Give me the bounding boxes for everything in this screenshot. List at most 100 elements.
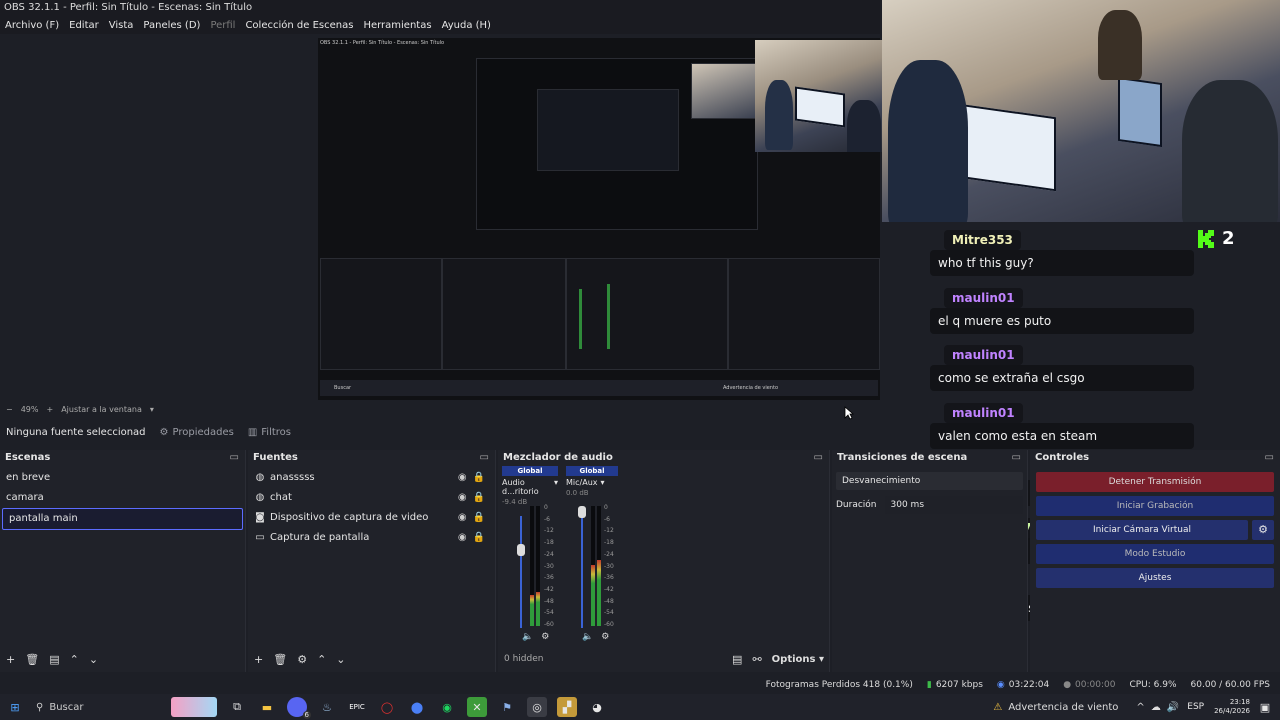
task-view-icon[interactable]: ⧉ (227, 697, 247, 717)
language-indicator[interactable]: ESP (1187, 702, 1204, 712)
fit-window-label[interactable]: Ajustar a la ventana (61, 405, 142, 414)
volume-slider-knob[interactable] (578, 506, 586, 518)
stop-stream-button[interactable]: Detener Transmisión (1036, 472, 1274, 492)
file-explorer-icon[interactable]: ▬ (257, 697, 277, 717)
transition-select[interactable]: Desvanecimiento (836, 472, 1023, 490)
chevron-up-icon[interactable]: ^ (1136, 702, 1144, 713)
app-icon[interactable]: ▞ (557, 697, 577, 717)
mixer-menu-icon[interactable]: ⚙ (541, 632, 549, 642)
studio-mode-button[interactable]: Modo Estudio (1036, 544, 1274, 564)
lock-icon[interactable]: 🔒 (473, 508, 485, 528)
menu-herramientas[interactable]: Herramientas (363, 20, 431, 31)
discord-badge: 6 (302, 711, 311, 719)
source-item[interactable]: ▭ Captura de pantalla ◉ 🔒 (248, 528, 495, 548)
app-icon[interactable]: ⚑ (497, 697, 517, 717)
meter-tick-label: -30 (604, 562, 614, 570)
menu-vista[interactable]: Vista (109, 20, 134, 31)
popout-icon[interactable]: ▭ (480, 450, 489, 466)
speaker-icon[interactable]: 🔈 (522, 632, 533, 642)
move-down-button[interactable]: ⌄ (336, 653, 345, 666)
speaker-icon[interactable]: 🔊 (1167, 702, 1179, 713)
minecraft-icon[interactable]: ✕ (467, 697, 487, 717)
dropped-frames: Fotogramas Perdidos 418 (0.1%) (765, 680, 913, 690)
kick-viewer-badge: 2 (1196, 228, 1235, 249)
popout-icon[interactable]: ▭ (230, 450, 239, 466)
weather-widget[interactable]: ⚠ Advertencia de viento (993, 702, 1118, 713)
source-item[interactable]: ◙ Dispositivo de captura de video ◉ 🔒 (248, 508, 495, 528)
move-up-button[interactable]: ⌃ (70, 653, 79, 666)
link-icon[interactable]: ⚯ (752, 653, 761, 666)
lock-icon[interactable]: 🔒 (473, 488, 485, 508)
chevron-down-icon[interactable]: ▾ (554, 478, 558, 496)
duration-input[interactable]: 300 ms (884, 496, 1023, 514)
lock-icon[interactable]: 🔒 (473, 468, 485, 488)
trash-icon[interactable]: 🗑 (25, 653, 39, 666)
no-source-label: Ninguna fuente seleccionad (6, 426, 146, 438)
obs-icon[interactable]: ◎ (527, 697, 547, 717)
chevron-down-icon[interactable]: ▾ (150, 405, 154, 414)
add-scene-button[interactable]: + (6, 653, 15, 666)
popout-icon[interactable]: ▭ (1265, 450, 1274, 466)
virtual-camera-settings-gear-icon[interactable]: ⚙ (1252, 520, 1274, 540)
eye-icon[interactable]: ◉ (458, 488, 467, 508)
filters-button[interactable]: ▥ Filtros (248, 427, 291, 438)
source-item[interactable]: ◍ anasssss ◉ 🔒 (248, 468, 495, 488)
eye-icon[interactable]: ◉ (458, 508, 467, 528)
spotify-icon[interactable]: ◉ (437, 697, 457, 717)
level-meter (536, 506, 540, 626)
start-recording-button[interactable]: Iniciar Grabación (1036, 496, 1274, 516)
speaker-icon[interactable]: 🔈 (582, 632, 593, 642)
sources-title-text: Fuentes (253, 452, 298, 463)
sources-footer: + 🗑 ⚙ ⌃ ⌄ (248, 650, 346, 668)
steam-icon[interactable]: ♨ (317, 697, 337, 717)
notifications-icon[interactable]: ▣ (1255, 697, 1275, 717)
gear-icon[interactable]: ⚙ (297, 653, 307, 666)
status-bar: Fotogramas Perdidos 418 (0.1%) ▮ 6207 kb… (0, 676, 1280, 694)
volume-slider-track[interactable] (581, 516, 583, 628)
mixer-menu-icon[interactable]: ⚙ (601, 632, 609, 642)
meter-tick-label: -18 (604, 539, 614, 547)
windows-start-icon[interactable]: ⊞ (5, 697, 25, 717)
move-down-button[interactable]: ⌄ (89, 653, 98, 666)
eye-icon[interactable]: ◉ (458, 468, 467, 488)
clock[interactable]: 23:18 26/4/2026 (1214, 698, 1250, 716)
trash-icon[interactable]: 🗑 (273, 653, 287, 666)
menu-coleccion-escenas[interactable]: Colección de Escenas (245, 20, 353, 31)
menu-editar[interactable]: Editar (69, 20, 99, 31)
chevron-down-icon[interactable]: ▾ (601, 478, 605, 487)
opera-icon[interactable]: ◯ (377, 697, 397, 717)
scene-item-selected[interactable]: pantalla main (2, 508, 243, 530)
popout-icon[interactable]: ▭ (814, 450, 823, 466)
scene-item[interactable]: camara (0, 488, 245, 508)
add-source-button[interactable]: + (254, 653, 263, 666)
discord-icon[interactable]: 6 (287, 697, 311, 719)
settings-button[interactable]: Ajustes (1036, 568, 1274, 588)
volume-slider-knob[interactable] (517, 544, 525, 556)
scene-item[interactable]: en breve (0, 468, 245, 488)
epic-games-icon[interactable]: EPIC (347, 697, 367, 717)
search-highlight-icon[interactable] (171, 697, 217, 717)
virtual-camera-button[interactable]: Iniciar Cámara Virtual (1036, 520, 1248, 540)
filter-icon[interactable]: ▤ (49, 653, 59, 666)
network-icon[interactable]: ☁ (1151, 702, 1161, 713)
zoom-in-button[interactable]: + (46, 405, 53, 414)
volume-slider-track[interactable] (520, 516, 522, 628)
source-item[interactable]: ◍ chat ◉ 🔒 (248, 488, 495, 508)
properties-button[interactable]: ⚙ Propiedades (160, 427, 234, 438)
move-up-button[interactable]: ⌃ (317, 653, 326, 666)
channel-name[interactable]: Audio d...ritorio ▾ (502, 476, 558, 496)
eye-icon[interactable]: ◉ (458, 528, 467, 548)
menu-ayuda[interactable]: Ayuda (H) (442, 20, 491, 31)
lock-icon[interactable]: 🔒 (473, 528, 485, 548)
layout-icon[interactable]: ▤ (732, 653, 742, 666)
popout-icon[interactable]: ▭ (1012, 450, 1021, 466)
options-button[interactable]: Options ▾ (772, 654, 824, 665)
channel-name[interactable]: Mic/Aux ▾ (566, 476, 618, 487)
app-icon[interactable]: ⬤ (407, 697, 427, 717)
menu-perfil[interactable]: Perfil (210, 20, 235, 31)
app-icon[interactable]: ◕ (587, 697, 607, 717)
menu-paneles[interactable]: Paneles (D) (143, 20, 200, 31)
menu-archivo[interactable]: Archivo (F) (5, 20, 59, 31)
zoom-out-button[interactable]: − (6, 405, 13, 414)
taskbar-search[interactable]: ⚲ Buscar (30, 697, 166, 717)
